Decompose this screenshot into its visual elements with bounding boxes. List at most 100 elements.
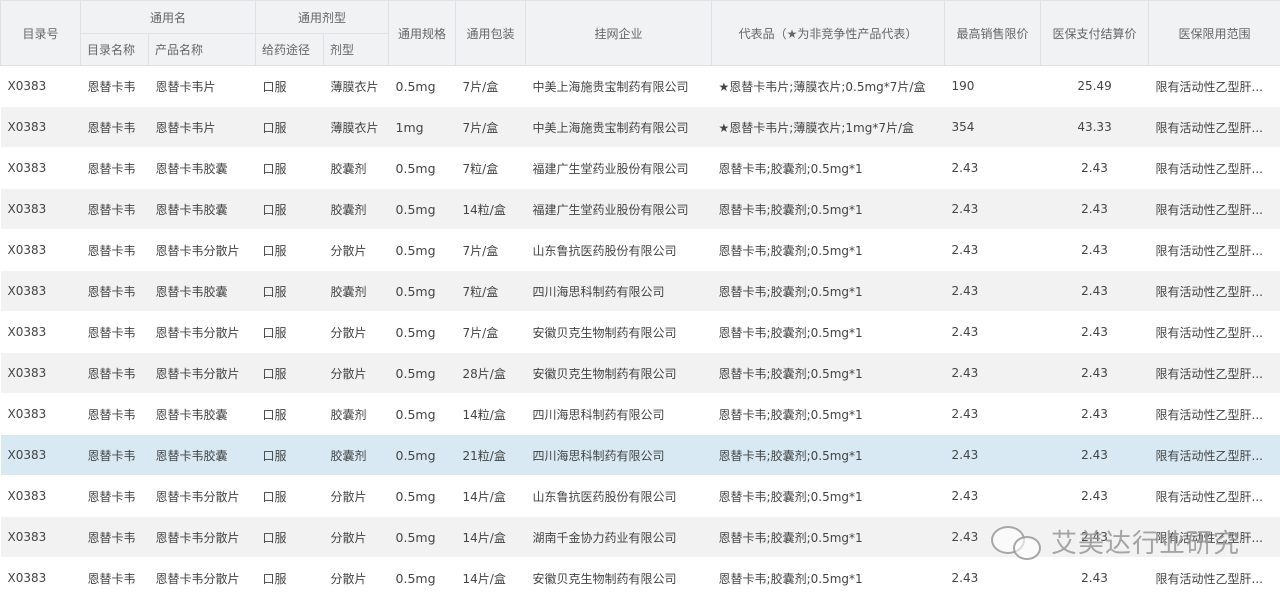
cell-catalog-no: X0383 [1,148,81,189]
cell-dosage-form: 胶囊剂 [324,394,389,435]
cell-representative: 恩替卡韦;胶囊剂;0.5mg*1 [712,230,945,271]
table-row[interactable]: X0383恩替卡韦恩替卡韦片口服薄膜衣片0.5mg7片/盒中美上海施贵宝制药有限… [1,66,1280,107]
table-row[interactable]: X0383恩替卡韦恩替卡韦胶囊口服胶囊剂0.5mg14粒/盒福建广生堂药业股份有… [1,189,1280,230]
header-spec[interactable]: 通用规格 [389,1,456,66]
table-row[interactable]: X0383恩替卡韦恩替卡韦分散片口服分散片0.5mg14片/盒安徽贝克生物制药有… [1,558,1280,599]
header-representative[interactable]: 代表品（★为非竞争性产品代表） [712,1,945,66]
cell-spec: 0.5mg [389,66,456,107]
cell-max-price: 2.43 [945,517,1041,558]
cell-route: 口服 [256,517,324,558]
cell-company: 山东鲁抗医药股份有限公司 [526,230,712,271]
cell-company: 安徽贝克生物制药有限公司 [526,312,712,353]
header-catalog-name[interactable]: 目录名称 [81,34,149,66]
cell-max-price: 190 [945,66,1041,107]
cell-catalog-name: 恩替卡韦 [81,107,149,148]
cell-max-price: 354 [945,107,1041,148]
cell-company: 福建广生堂药业股份有限公司 [526,148,712,189]
cell-catalog-no: X0383 [1,435,81,476]
cell-product-name: 恩替卡韦片 [149,107,256,148]
cell-settlement-price: 2.43 [1041,148,1149,189]
table-row[interactable]: X0383恩替卡韦恩替卡韦胶囊口服胶囊剂0.5mg14粒/盒四川海思科制药有限公… [1,394,1280,435]
cell-package: 28片/盒 [456,353,526,394]
header-max-price[interactable]: 最高销售限价 [945,1,1041,66]
cell-product-name: 恩替卡韦片 [149,66,256,107]
header-settlement-price[interactable]: 医保支付结算价 [1041,1,1149,66]
cell-catalog-name: 恩替卡韦 [81,394,149,435]
cell-catalog-name: 恩替卡韦 [81,476,149,517]
cell-settlement-price: 2.43 [1041,189,1149,230]
cell-spec: 0.5mg [389,230,456,271]
header-route[interactable]: 给药途径 [256,34,324,66]
table-row[interactable]: X0383恩替卡韦恩替卡韦分散片口服分散片0.5mg28片/盒安徽贝克生物制药有… [1,353,1280,394]
cell-route: 口服 [256,558,324,599]
cell-route: 口服 [256,107,324,148]
cell-catalog-name: 恩替卡韦 [81,230,149,271]
cell-restriction: 限有活动性乙型肝... [1149,271,1280,312]
table-row[interactable]: X0383恩替卡韦恩替卡韦片口服薄膜衣片1mg7片/盒中美上海施贵宝制药有限公司… [1,107,1280,148]
cell-catalog-name: 恩替卡韦 [81,148,149,189]
header-package[interactable]: 通用包装 [456,1,526,66]
cell-package: 14粒/盒 [456,394,526,435]
cell-restriction: 限有活动性乙型肝... [1149,476,1280,517]
cell-spec: 0.5mg [389,189,456,230]
cell-restriction: 限有活动性乙型肝... [1149,66,1280,107]
cell-spec: 0.5mg [389,558,456,599]
header-catalog-no[interactable]: 目录号 [1,1,81,66]
cell-product-name: 恩替卡韦分散片 [149,353,256,394]
cell-representative: 恩替卡韦;胶囊剂;0.5mg*1 [712,558,945,599]
table-row[interactable]: X0383恩替卡韦恩替卡韦分散片口服分散片0.5mg7片/盒安徽贝克生物制药有限… [1,312,1280,353]
cell-dosage-form: 胶囊剂 [324,435,389,476]
header-generic-name: 通用名 [81,1,256,34]
cell-product-name: 恩替卡韦胶囊 [149,435,256,476]
cell-product-name: 恩替卡韦胶囊 [149,189,256,230]
cell-catalog-name: 恩替卡韦 [81,517,149,558]
cell-catalog-name: 恩替卡韦 [81,312,149,353]
cell-representative: 恩替卡韦;胶囊剂;0.5mg*1 [712,148,945,189]
cell-catalog-name: 恩替卡韦 [81,353,149,394]
header-product-name[interactable]: 产品名称 [149,34,256,66]
header-dosage-form[interactable]: 剂型 [324,34,389,66]
cell-product-name: 恩替卡韦胶囊 [149,394,256,435]
cell-company: 四川海思科制药有限公司 [526,271,712,312]
cell-product-name: 恩替卡韦胶囊 [149,148,256,189]
table-row[interactable]: X0383恩替卡韦恩替卡韦胶囊口服胶囊剂0.5mg7粒/盒福建广生堂药业股份有限… [1,148,1280,189]
cell-settlement-price: 2.43 [1041,435,1149,476]
cell-dosage-form: 薄膜衣片 [324,107,389,148]
table-row[interactable]: X0383恩替卡韦恩替卡韦胶囊口服胶囊剂0.5mg7粒/盒四川海思科制药有限公司… [1,271,1280,312]
header-company[interactable]: 挂网企业 [526,1,712,66]
header-restriction[interactable]: 医保限用范围 [1149,1,1280,66]
cell-representative: 恩替卡韦;胶囊剂;0.5mg*1 [712,271,945,312]
cell-restriction: 限有活动性乙型肝... [1149,189,1280,230]
cell-dosage-form: 分散片 [324,312,389,353]
cell-representative: 恩替卡韦;胶囊剂;0.5mg*1 [712,353,945,394]
cell-spec: 1mg [389,107,456,148]
cell-restriction: 限有活动性乙型肝... [1149,107,1280,148]
cell-representative: 恩替卡韦;胶囊剂;0.5mg*1 [712,517,945,558]
cell-restriction: 限有活动性乙型肝... [1149,394,1280,435]
cell-catalog-no: X0383 [1,558,81,599]
cell-settlement-price: 2.43 [1041,558,1149,599]
table-row[interactable]: X0383恩替卡韦恩替卡韦胶囊口服胶囊剂0.5mg21粒/盒四川海思科制药有限公… [1,435,1280,476]
cell-catalog-name: 恩替卡韦 [81,558,149,599]
table-row[interactable]: X0383恩替卡韦恩替卡韦分散片口服分散片0.5mg14片/盒湖南千金协力药业有… [1,517,1280,558]
cell-package: 7片/盒 [456,230,526,271]
table-row[interactable]: X0383恩替卡韦恩替卡韦分散片口服分散片0.5mg7片/盒山东鲁抗医药股份有限… [1,230,1280,271]
cell-restriction: 限有活动性乙型肝... [1149,435,1280,476]
cell-spec: 0.5mg [389,476,456,517]
cell-max-price: 2.43 [945,353,1041,394]
cell-settlement-price: 2.43 [1041,312,1149,353]
cell-max-price: 2.43 [945,189,1041,230]
cell-package: 14片/盒 [456,476,526,517]
cell-product-name: 恩替卡韦分散片 [149,230,256,271]
cell-dosage-form: 薄膜衣片 [324,66,389,107]
cell-company: 四川海思科制药有限公司 [526,394,712,435]
table-row[interactable]: X0383恩替卡韦恩替卡韦分散片口服分散片0.5mg14片/盒山东鲁抗医药股份有… [1,476,1280,517]
cell-product-name: 恩替卡韦分散片 [149,312,256,353]
table-body: X0383恩替卡韦恩替卡韦片口服薄膜衣片0.5mg7片/盒中美上海施贵宝制药有限… [1,66,1280,599]
cell-restriction: 限有活动性乙型肝... [1149,558,1280,599]
cell-representative: 恩替卡韦;胶囊剂;0.5mg*1 [712,435,945,476]
cell-route: 口服 [256,271,324,312]
cell-route: 口服 [256,353,324,394]
cell-spec: 0.5mg [389,394,456,435]
cell-max-price: 2.43 [945,271,1041,312]
